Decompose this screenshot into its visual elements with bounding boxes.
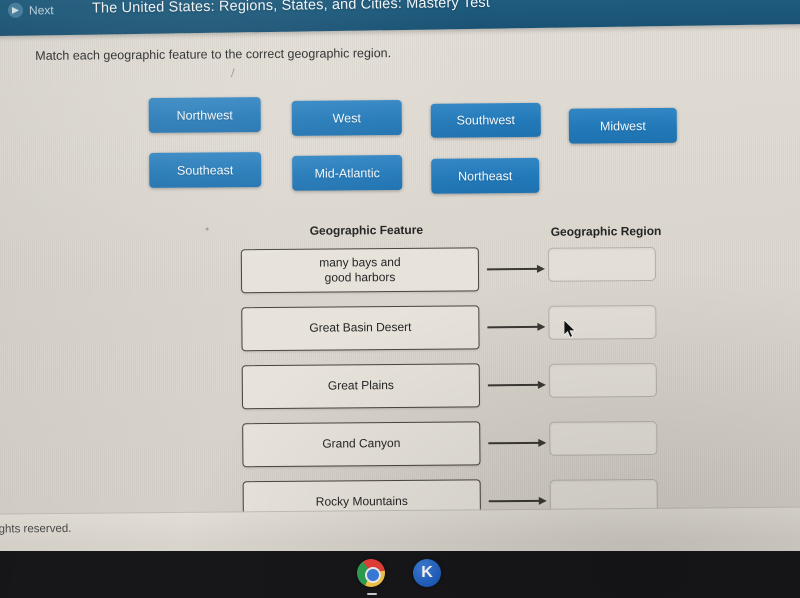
region-tile-mid-atlantic[interactable]: Mid-Atlantic	[292, 154, 403, 191]
page-footer: ights reserved.	[0, 506, 800, 548]
region-tile-northeast[interactable]: Northeast	[431, 157, 540, 194]
region-tile-west[interactable]: West	[291, 99, 402, 136]
arrow-icon	[488, 495, 547, 507]
kami-k-icon: K	[413, 559, 441, 587]
chrome-running-indicator	[367, 593, 377, 595]
next-button[interactable]: ▶ Next	[7, 2, 54, 18]
chrome-icon	[357, 559, 385, 587]
region-drop-target[interactable]	[548, 304, 657, 340]
arrow-icon	[487, 321, 546, 333]
taskbar-item-chrome[interactable]	[357, 559, 387, 595]
stray-pen-mark	[225, 66, 235, 78]
arrow-icon	[488, 437, 547, 449]
copyright-text: ights reserved.	[0, 522, 72, 536]
taskbar-item-kami[interactable]: K	[413, 559, 443, 589]
feature-box: Grand Canyon	[242, 421, 481, 468]
arrow-icon	[486, 263, 545, 275]
region-drop-target[interactable]	[548, 362, 657, 398]
region-tile-midwest[interactable]: Midwest	[568, 107, 677, 144]
region-drop-target[interactable]	[549, 420, 658, 456]
question-content: Match each geographic feature to the cor…	[0, 31, 800, 526]
feature-box: many bays and good harbors	[240, 247, 480, 294]
stray-dot-mark	[205, 227, 209, 231]
arrow-icon	[487, 379, 546, 391]
region-tile-southeast[interactable]: Southeast	[149, 152, 262, 188]
page-title: The United States: Regions, States, and …	[91, 0, 491, 17]
feature-label: Great Basin Desert	[309, 320, 412, 336]
column-header-region: Geographic Region	[550, 223, 662, 239]
next-button-label: Next	[28, 2, 54, 18]
feature-label: many bays and good harbors	[319, 254, 401, 285]
region-tile-southwest[interactable]: Southwest	[430, 102, 541, 138]
circle-arrow-icon: ▶	[7, 2, 24, 18]
instruction-text: Match each geographic feature to the cor…	[35, 46, 392, 63]
feature-label: Grand Canyon	[322, 436, 401, 451]
screen: ▶ Next The United States: Regions, State…	[0, 0, 800, 598]
os-taskbar: K	[0, 551, 800, 598]
region-tile-northwest[interactable]: Northwest	[148, 97, 261, 133]
column-header-feature: Geographic Feature	[309, 222, 424, 238]
feature-box: Great Basin Desert	[241, 305, 480, 352]
feature-label: Rocky Mountains	[315, 494, 408, 509]
feature-label: Great Plains	[327, 378, 394, 393]
feature-box: Great Plains	[241, 363, 481, 410]
region-drop-target[interactable]	[547, 246, 657, 282]
